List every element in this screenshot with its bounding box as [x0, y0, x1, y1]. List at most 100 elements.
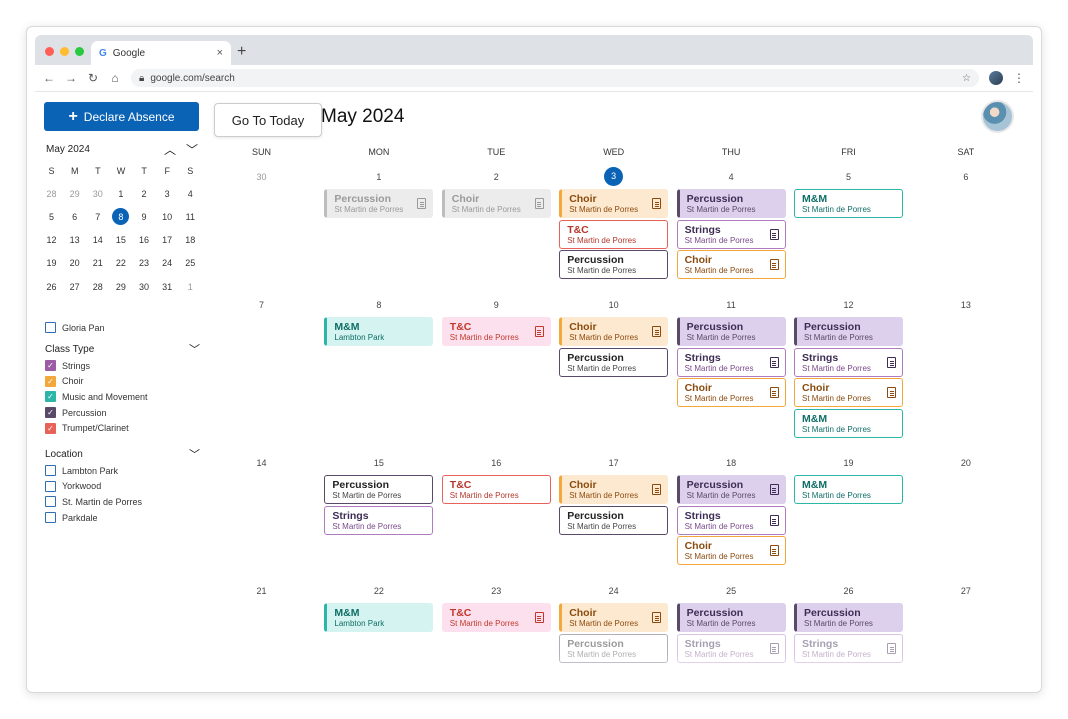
checkbox[interactable]: [45, 480, 56, 492]
mini-day[interactable]: 7: [86, 212, 109, 222]
day-number[interactable]: 5: [790, 172, 907, 182]
mini-day[interactable]: 16: [133, 235, 156, 245]
mini-day[interactable]: 29: [63, 189, 86, 199]
chevron-down-icon[interactable]: ﹀: [186, 141, 198, 158]
mini-day[interactable]: 3: [156, 189, 179, 199]
day-number[interactable]: 2: [438, 172, 555, 182]
mini-day[interactable]: 21: [86, 258, 109, 268]
location-item[interactable]: Yorkwood: [45, 479, 200, 495]
day-number[interactable]: 1: [320, 172, 437, 182]
event-card[interactable]: T&C St Martin de Porres: [441, 603, 551, 632]
day-number[interactable]: 18: [673, 458, 790, 468]
event-card[interactable]: Percussion St Martin de Porres: [676, 317, 786, 346]
day-number[interactable]: 4: [673, 172, 790, 182]
event-card[interactable]: T&C St Martin de Porres: [441, 475, 551, 504]
event-card[interactable]: Percussion St Martin de Porres: [324, 189, 434, 218]
mini-day[interactable]: 15: [109, 235, 132, 245]
mini-day[interactable]: 17: [156, 235, 179, 245]
day-number[interactable]: 25: [673, 586, 790, 596]
event-card[interactable]: Choir St Martin de Porres: [441, 189, 551, 218]
day-number[interactable]: 13: [907, 300, 1024, 310]
reload-icon[interactable]: ↻: [87, 71, 99, 85]
mini-day[interactable]: 30: [86, 189, 109, 199]
checkbox[interactable]: [45, 496, 56, 508]
event-card[interactable]: Strings St Martin de Porres: [676, 633, 786, 663]
document-icon[interactable]: [887, 356, 896, 368]
mini-day[interactable]: 1: [179, 282, 202, 292]
address-bar[interactable]: 🔒︎ google.com/search ☆: [131, 69, 979, 87]
event-card[interactable]: T&C St Martin de Porres: [441, 317, 551, 346]
document-icon[interactable]: [652, 198, 662, 209]
checkbox[interactable]: [45, 465, 56, 477]
class-type-item[interactable]: ✓ Strings: [45, 358, 200, 374]
chevron-down-icon[interactable]: ﹀: [189, 446, 200, 462]
day-number[interactable]: 27: [907, 586, 1024, 596]
day-number[interactable]: 26: [790, 586, 907, 596]
event-card[interactable]: Percussion St Martin de Porres: [794, 603, 903, 632]
day-number[interactable]: 24: [555, 586, 672, 596]
menu-kebab-icon[interactable]: ⋮: [1013, 71, 1025, 85]
document-icon[interactable]: [652, 326, 662, 337]
mini-day[interactable]: 24: [156, 258, 179, 268]
browser-profile-avatar[interactable]: [989, 71, 1003, 85]
mini-day[interactable]: 19: [40, 258, 63, 268]
minimize-window-button[interactable]: [60, 47, 69, 56]
mini-day[interactable]: 2: [133, 189, 156, 199]
mini-day[interactable]: 23: [133, 258, 156, 268]
mini-day[interactable]: 11: [179, 212, 202, 222]
mini-day[interactable]: 31: [156, 282, 179, 292]
mini-day[interactable]: 4: [179, 189, 202, 199]
event-card[interactable]: T&C St Martin de Porres: [559, 219, 669, 249]
day-number[interactable]: 3: [555, 167, 672, 186]
mini-day[interactable]: 18: [179, 235, 202, 245]
day-number[interactable]: 17: [555, 458, 672, 468]
event-card[interactable]: Percussion St Martin de Porres: [676, 475, 786, 504]
event-card[interactable]: M&M Lambton Park: [324, 317, 434, 346]
event-card[interactable]: Choir St Martin de Porres: [559, 475, 669, 504]
back-icon[interactable]: ←: [43, 71, 55, 85]
day-number[interactable]: 6: [907, 172, 1024, 182]
day-number[interactable]: 19: [790, 458, 907, 468]
chevron-down-icon[interactable]: ﹀: [189, 341, 200, 357]
event-card[interactable]: Choir St Martin de Porres: [676, 250, 786, 279]
event-card[interactable]: Percussion St Martin de Porres: [324, 475, 434, 504]
event-card[interactable]: Choir St Martin de Porres: [676, 378, 786, 407]
document-icon[interactable]: [769, 642, 779, 654]
event-card[interactable]: Percussion St Martin de Porres: [676, 603, 786, 632]
checkbox-checked-icon[interactable]: ✓: [45, 422, 56, 434]
day-number[interactable]: 20: [907, 458, 1024, 468]
document-icon[interactable]: [769, 356, 779, 368]
mini-day[interactable]: 26: [40, 282, 63, 292]
document-icon[interactable]: [769, 228, 779, 240]
mini-day[interactable]: 9: [133, 212, 156, 222]
browser-tab[interactable]: G Google ×: [91, 41, 231, 65]
event-card[interactable]: Strings St Martin de Porres: [676, 219, 786, 249]
event-card[interactable]: Percussion St Martin de Porres: [559, 633, 669, 663]
event-card[interactable]: M&M Lambton Park: [324, 603, 434, 632]
checkbox-checked-icon[interactable]: ✓: [45, 391, 56, 403]
class-type-item[interactable]: ✓ Trumpet/Clarinet: [45, 420, 200, 436]
checkbox-checked-icon[interactable]: ✓: [45, 407, 56, 419]
document-icon[interactable]: [769, 387, 779, 398]
document-icon[interactable]: [534, 612, 544, 623]
document-icon[interactable]: [769, 514, 779, 526]
event-card[interactable]: Strings St Martin de Porres: [794, 347, 903, 377]
document-icon[interactable]: [769, 259, 779, 270]
checkbox[interactable]: [45, 512, 56, 524]
checkbox-checked-icon[interactable]: ✓: [45, 360, 56, 372]
new-tab-button[interactable]: +: [237, 43, 246, 61]
bookmark-star-icon[interactable]: ☆: [962, 73, 971, 84]
location-item[interactable]: Parkdale: [45, 510, 200, 526]
document-icon[interactable]: [534, 326, 544, 337]
home-icon[interactable]: ⌂: [109, 71, 121, 85]
mini-day[interactable]: 5: [40, 212, 63, 222]
close-window-button[interactable]: [45, 47, 54, 56]
day-number[interactable]: 8: [320, 300, 437, 310]
event-card[interactable]: Choir St Martin de Porres: [559, 189, 669, 218]
day-number[interactable]: 23: [438, 586, 555, 596]
event-card[interactable]: Strings St Martin de Porres: [676, 347, 786, 377]
event-card[interactable]: Percussion St Martin de Porres: [559, 347, 669, 377]
day-number[interactable]: 16: [438, 458, 555, 468]
event-card[interactable]: Strings St Martin de Porres: [676, 505, 786, 535]
mini-day[interactable]: 25: [179, 258, 202, 268]
